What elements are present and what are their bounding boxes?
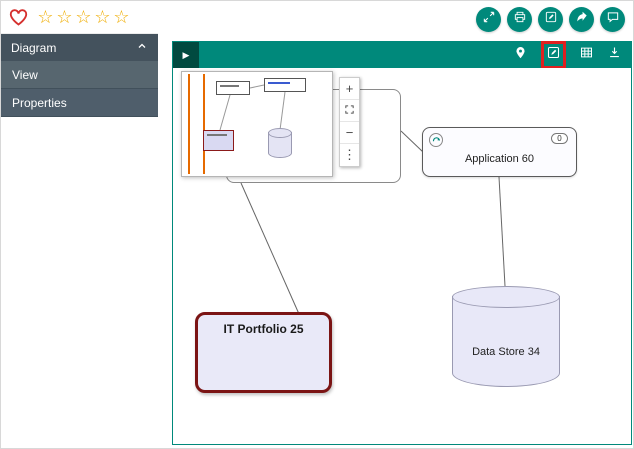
share-button[interactable] xyxy=(569,7,594,32)
star-icon[interactable]: ☆ xyxy=(55,8,74,26)
star-icon[interactable]: ☆ xyxy=(36,8,55,26)
more-options-button[interactable]: ⋮ xyxy=(340,144,359,166)
edit-icon xyxy=(546,45,561,65)
share-icon xyxy=(575,10,589,29)
diagram-canvas[interactable]: + − ⋮ 0 Application 60 IT Portfoli xyxy=(173,68,631,444)
star-icon[interactable]: ☆ xyxy=(74,8,93,26)
star-icon[interactable]: ☆ xyxy=(93,8,112,26)
sidebar-item-label: View xyxy=(12,68,38,82)
application-type-icon xyxy=(429,133,443,147)
comment-icon xyxy=(606,10,620,29)
grid-view-button[interactable] xyxy=(579,45,594,65)
node-data-store-34[interactable]: Data Store 34 xyxy=(452,296,560,387)
top-toolbar xyxy=(476,7,625,32)
node-badge: 0 xyxy=(551,133,568,144)
app-window: ☆ ☆ ☆ ☆ ☆ Diagram View Properties xyxy=(0,0,634,449)
minimap-node xyxy=(216,81,250,95)
zoom-out-button[interactable]: − xyxy=(340,122,359,144)
sidebar-item-properties[interactable]: Properties xyxy=(1,89,158,117)
play-icon: ▶ xyxy=(183,50,190,61)
fit-screen-button[interactable] xyxy=(340,100,359,122)
minimap-node xyxy=(264,78,306,92)
diagram-panel: ▶ xyxy=(172,41,632,445)
star-rating: ☆ ☆ ☆ ☆ ☆ xyxy=(36,8,131,26)
location-pin-icon xyxy=(513,45,528,65)
node-application-60[interactable]: 0 Application 60 xyxy=(422,127,577,177)
favorites-bar: ☆ ☆ ☆ ☆ ☆ xyxy=(1,1,158,34)
print-button[interactable] xyxy=(507,7,532,32)
panel-header-icons xyxy=(513,41,631,69)
sidebar-section-label: Diagram xyxy=(11,41,56,55)
diagram-panel-header: ▶ xyxy=(173,42,631,68)
star-icon[interactable]: ☆ xyxy=(112,8,131,26)
panel-edit-button[interactable] xyxy=(546,45,561,65)
minimap-overlay[interactable] xyxy=(181,71,333,177)
minimap-datastore-node xyxy=(268,132,292,158)
download-button[interactable] xyxy=(607,45,622,65)
edit-icon xyxy=(544,10,558,29)
fit-screen-icon xyxy=(344,103,355,118)
edit-button[interactable] xyxy=(538,7,563,32)
favorite-heart-icon[interactable] xyxy=(9,9,28,26)
sidebar-section-diagram[interactable]: Diagram xyxy=(1,34,158,61)
minimap-connectors xyxy=(182,72,334,178)
comment-button[interactable] xyxy=(600,7,625,32)
sidebar-item-label: Properties xyxy=(12,96,67,110)
download-icon xyxy=(607,45,622,65)
grid-icon xyxy=(579,45,594,65)
zoom-controls: + − ⋮ xyxy=(339,77,360,167)
zoom-in-button[interactable]: + xyxy=(340,78,359,100)
location-pin-button[interactable] xyxy=(513,45,528,65)
node-label: Data Store 34 xyxy=(453,346,559,358)
printer-icon xyxy=(513,10,527,29)
edit-highlight-box xyxy=(541,41,566,69)
minimap-portfolio-node xyxy=(203,130,234,151)
node-it-portfolio-25[interactable]: IT Portfolio 25 xyxy=(195,312,332,393)
sidebar: ☆ ☆ ☆ ☆ ☆ Diagram View Properties xyxy=(1,1,158,117)
expand-icon xyxy=(482,10,496,29)
node-label: IT Portfolio 25 xyxy=(198,322,329,336)
chevron-up-icon xyxy=(136,40,148,55)
node-label: Application 60 xyxy=(423,153,576,165)
sidebar-item-view[interactable]: View xyxy=(1,61,158,89)
fullscreen-button[interactable] xyxy=(476,7,501,32)
run-button[interactable]: ▶ xyxy=(173,42,199,68)
